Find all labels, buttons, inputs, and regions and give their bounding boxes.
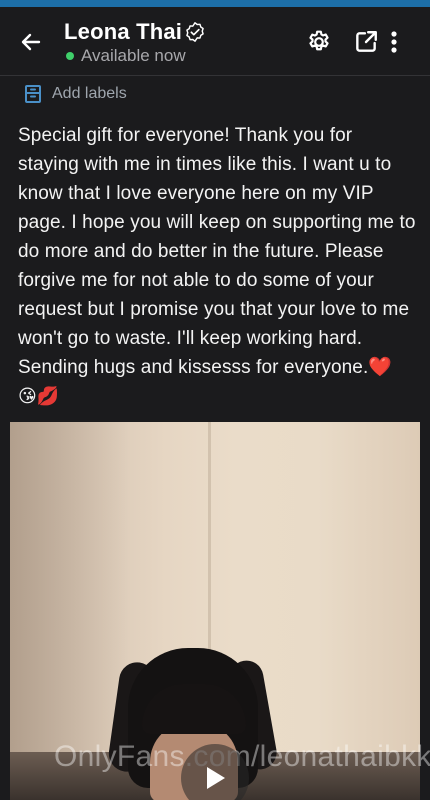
header-divider: [0, 75, 430, 76]
gear-icon: [309, 30, 329, 51]
share-icon: [356, 31, 377, 52]
message-body: Special gift for everyone! Thank you for…: [18, 125, 416, 378]
top-strip: [0, 0, 430, 7]
status-text: Available now: [81, 46, 186, 65]
contact-name[interactable]: Leona Thai: [64, 19, 182, 45]
message-text: Special gift for everyone! Thank you for…: [18, 121, 416, 411]
more-vertical-icon: [391, 31, 397, 53]
online-dot: [66, 52, 74, 60]
add-labels-button[interactable]: Add labels: [24, 84, 127, 104]
chat-header: Leona Thai Available now: [0, 7, 430, 75]
label-icon: [25, 85, 41, 103]
back-button[interactable]: [14, 25, 48, 59]
media-attachment[interactable]: OnlyFans.com/leonathaibkk: [0, 422, 430, 800]
more-options-button[interactable]: [381, 26, 407, 58]
message-emojis: 😘💋: [18, 386, 60, 406]
contact-name-row[interactable]: Leona Thai: [64, 19, 206, 45]
online-status: Available now: [66, 46, 186, 66]
arrow-left-icon: [21, 33, 41, 51]
play-icon: [207, 767, 225, 789]
settings-button[interactable]: [303, 26, 335, 58]
verified-badge-icon: [184, 21, 206, 43]
add-labels-label: Add labels: [52, 85, 127, 102]
share-button[interactable]: [350, 26, 382, 58]
